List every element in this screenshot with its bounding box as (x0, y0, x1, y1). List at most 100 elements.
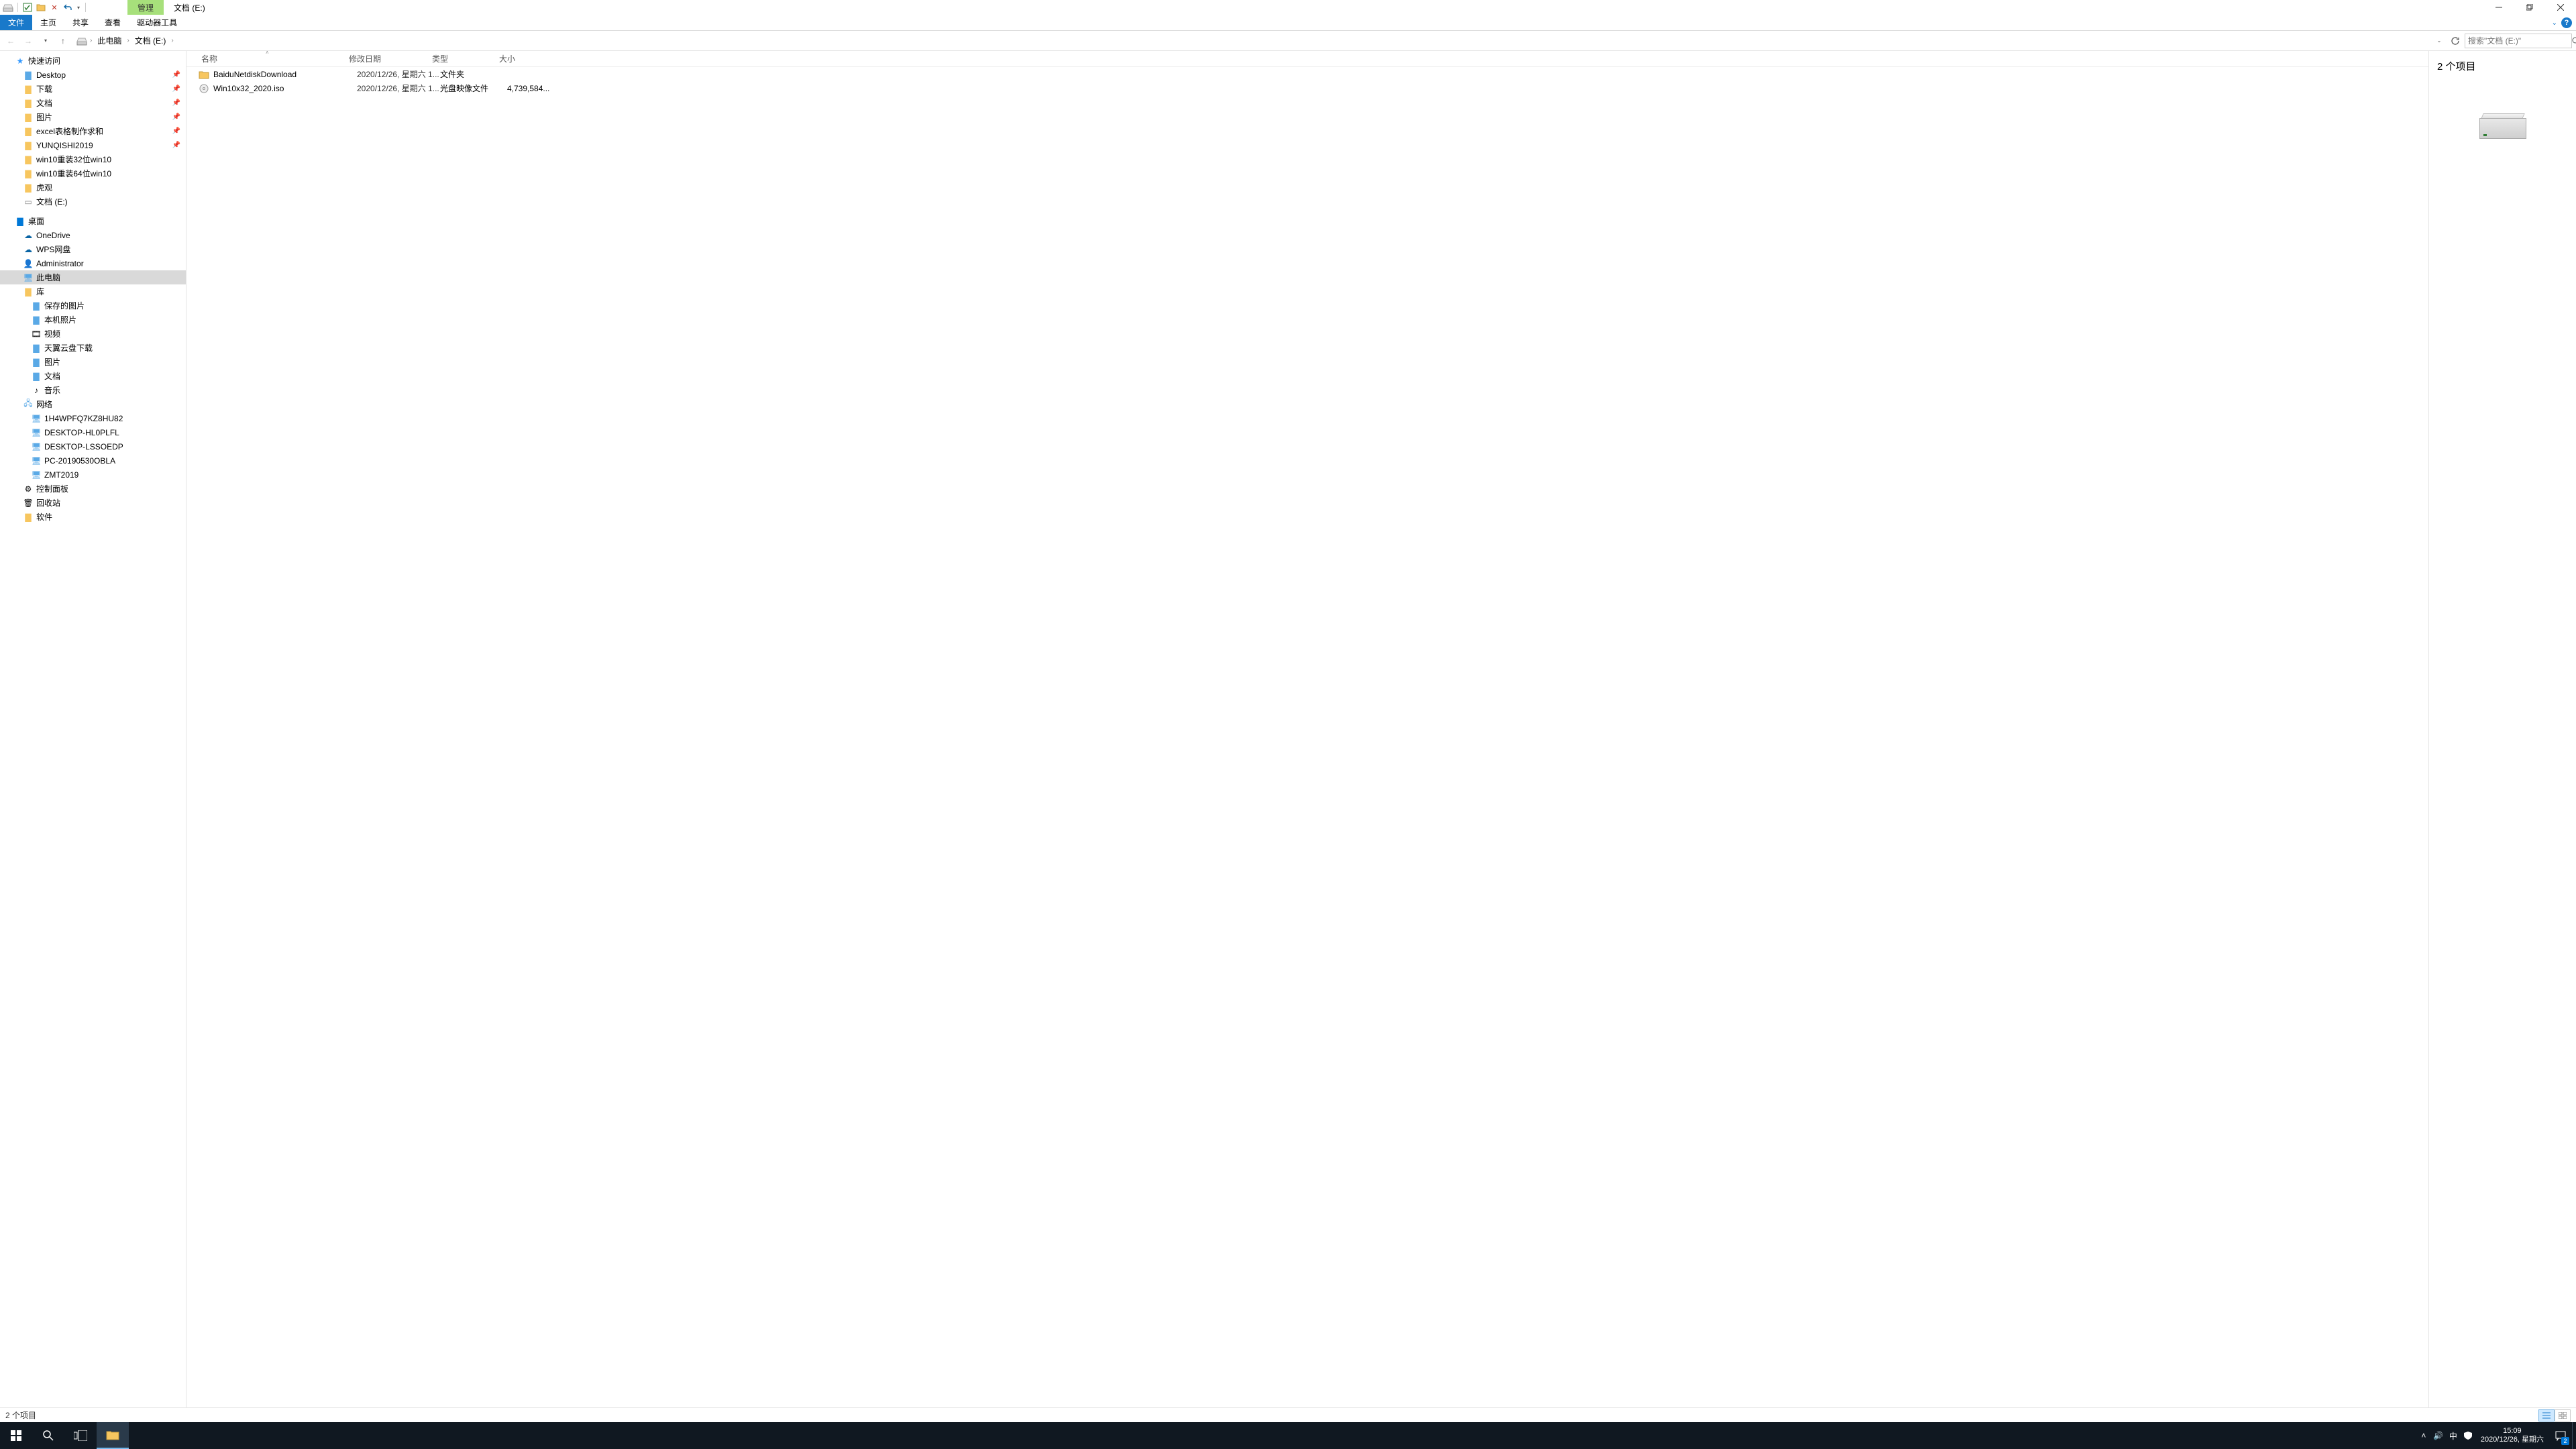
task-view-button[interactable] (64, 1422, 97, 1449)
chevron-right-icon[interactable]: › (170, 37, 174, 44)
nav-this-pc[interactable]: 🖥此电脑 (0, 270, 186, 284)
taskbar-app-explorer[interactable] (97, 1422, 129, 1449)
file-size: 4,739,584... (507, 84, 561, 93)
nav-wps[interactable]: ☁WPS网盘 (0, 242, 186, 256)
nav-pics-lib[interactable]: ▇图片 (0, 355, 186, 369)
nav-net-pc1[interactable]: 🖥1H4WPFQ7KZ8HU82 (0, 411, 186, 425)
nav-saved-pics[interactable]: ▇保存的图片 (0, 299, 186, 313)
cloud-icon: ☁ (23, 230, 34, 241)
nav-excel-folder[interactable]: ▇excel表格制作求和📌 (0, 124, 186, 138)
nav-back-button[interactable]: ← (4, 34, 17, 48)
ribbon-tab-view[interactable]: 查看 (97, 15, 129, 30)
ribbon-tab-home[interactable]: 主页 (32, 15, 64, 30)
nav-net-pc4[interactable]: 🖥PC-20190530OBLA (0, 453, 186, 468)
start-button[interactable] (0, 1422, 32, 1449)
tray-overflow-icon[interactable]: ˄ (2416, 1422, 2431, 1449)
column-header-size[interactable]: 大小 (496, 53, 550, 64)
qat-delete-icon[interactable]: ✕ (49, 2, 60, 13)
nav-label: 本机照片 (44, 314, 76, 325)
address-bar: ← → ▾ ↑ › 此电脑 › 文档 (E:) › ⌄ (0, 31, 2576, 51)
view-details-button[interactable] (2538, 1409, 2555, 1421)
nav-net-pc5[interactable]: 🖥ZMT2019 (0, 468, 186, 482)
ribbon-tab-file[interactable]: 文件 (0, 15, 32, 30)
view-thumbnails-button[interactable] (2555, 1409, 2571, 1421)
nav-desktop-qa[interactable]: ▇Desktop📌 (0, 68, 186, 82)
close-button[interactable] (2545, 0, 2576, 15)
refresh-button[interactable] (2449, 34, 2462, 48)
nav-pictures[interactable]: ▇图片📌 (0, 110, 186, 124)
nav-library[interactable]: ▇库 (0, 284, 186, 299)
pin-icon: 📌 (172, 85, 180, 93)
nav-local-photos[interactable]: ▇本机照片 (0, 313, 186, 327)
volume-icon[interactable]: 🔊 (2431, 1422, 2446, 1449)
taskbar-search-button[interactable] (32, 1422, 64, 1449)
breadcrumb[interactable]: › 此电脑 › 文档 (E:) › (74, 34, 178, 48)
action-center-button[interactable]: 2 (2549, 1422, 2572, 1449)
file-row[interactable]: Win10x32_2020.iso 2020/12/26, 星期六 1... 光… (186, 81, 2428, 95)
clock-time: 15:09 (2481, 1427, 2544, 1436)
navigation-pane[interactable]: ★快速访问 ▇Desktop📌 ▇下载📌 ▇文档📌 ▇图片📌 ▇excel表格制… (0, 51, 186, 1407)
search-box[interactable] (2465, 34, 2572, 48)
column-header-name[interactable]: 名称 (199, 53, 346, 64)
nav-docs-lib[interactable]: ▇文档 (0, 369, 186, 383)
file-rows[interactable]: BaiduNetdiskDownload 2020/12/26, 星期六 1..… (186, 67, 2428, 1407)
nav-downloads[interactable]: ▇下载📌 (0, 82, 186, 96)
qat-dropdown-icon[interactable]: ▾ (76, 5, 81, 11)
nav-control-panel[interactable]: ⚙控制面板 (0, 482, 186, 496)
nav-software[interactable]: ▇软件 (0, 510, 186, 524)
ribbon-tab-share[interactable]: 共享 (64, 15, 97, 30)
security-icon[interactable] (2461, 1422, 2475, 1449)
nav-onedrive[interactable]: ☁OneDrive (0, 228, 186, 242)
nav-network[interactable]: 🖧网络 (0, 397, 186, 411)
nav-quick-access[interactable]: ★快速访问 (0, 54, 186, 68)
nav-huguan[interactable]: ▇虎观 (0, 180, 186, 195)
taskbar-clock[interactable]: 15:09 2020/12/26, 星期六 (2475, 1427, 2549, 1444)
taskbar[interactable]: ˄ 🔊 中 15:09 2020/12/26, 星期六 2 (0, 1422, 2576, 1449)
nav-net-pc3[interactable]: 🖥DESKTOP-LSSOEDP (0, 439, 186, 453)
column-header-type[interactable]: 类型 (429, 53, 496, 64)
qat-undo-icon[interactable] (62, 2, 73, 13)
context-tab-manage[interactable]: 管理 (127, 0, 164, 15)
chevron-right-icon[interactable]: › (125, 37, 130, 44)
status-bar: 2 个项目 (0, 1407, 2576, 1422)
breadcrumb-current[interactable]: 文档 (E:) (132, 34, 169, 48)
nav-tianyi[interactable]: ▇天翼云盘下载 (0, 341, 186, 355)
nav-up-button[interactable]: ↑ (56, 34, 70, 48)
nav-yunqishi[interactable]: ▇YUNQISHI2019📌 (0, 138, 186, 152)
address-dropdown-icon[interactable]: ⌄ (2432, 34, 2446, 48)
search-icon[interactable] (2572, 37, 2576, 45)
nav-forward-button[interactable]: → (21, 34, 35, 48)
nav-recycle[interactable]: 🗑回收站 (0, 496, 186, 510)
nav-admin[interactable]: 👤Administrator (0, 256, 186, 270)
ribbon-tab-drivetools[interactable]: 驱动器工具 (129, 15, 185, 30)
help-icon[interactable]: ? (2561, 17, 2572, 28)
show-desktop-button[interactable] (2572, 1422, 2576, 1449)
qat-properties-icon[interactable] (22, 2, 33, 13)
minimize-button[interactable] (2483, 0, 2514, 15)
file-row[interactable]: BaiduNetdiskDownload 2020/12/26, 星期六 1..… (186, 67, 2428, 81)
ime-indicator[interactable]: 中 (2446, 1422, 2461, 1449)
cloud-icon: ☁ (23, 244, 34, 255)
nav-music[interactable]: ♪音乐 (0, 383, 186, 397)
column-header-date[interactable]: 修改日期 (346, 53, 429, 64)
nav-edrive-qa[interactable]: ▭文档 (E:) (0, 195, 186, 209)
qat-newfolder-icon[interactable] (36, 2, 46, 13)
maximize-button[interactable] (2514, 0, 2545, 15)
folder-icon: ▇ (31, 343, 42, 354)
separator (17, 3, 18, 12)
search-input[interactable] (2468, 36, 2572, 46)
nav-label: 视频 (44, 328, 60, 339)
nav-win64[interactable]: ▇win10重装64位win10 (0, 166, 186, 180)
window-controls (2483, 0, 2576, 15)
nav-win32[interactable]: ▇win10重装32位win10 (0, 152, 186, 166)
nav-documents[interactable]: ▇文档📌 (0, 96, 186, 110)
nav-history-dropdown[interactable]: ▾ (39, 34, 52, 48)
nav-label: 文档 (44, 370, 60, 382)
nav-video[interactable]: 🎞视频 (0, 327, 186, 341)
column-headers[interactable]: ˄ 名称 修改日期 类型 大小 (186, 51, 2428, 67)
nav-desktop[interactable]: ▇桌面 (0, 214, 186, 228)
chevron-right-icon[interactable]: › (89, 37, 93, 44)
nav-net-pc2[interactable]: 🖥DESKTOP-HL0PLFL (0, 425, 186, 439)
breadcrumb-root[interactable]: 此电脑 (95, 34, 124, 48)
ribbon-expand-icon[interactable]: ⌄ (2552, 19, 2557, 27)
